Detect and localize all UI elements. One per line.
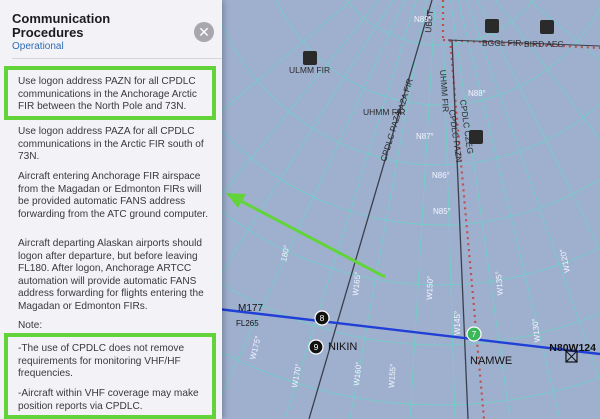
lat-label: N86°: [432, 171, 450, 180]
close-button[interactable]: ✕: [194, 22, 214, 42]
lon-label: W150°: [425, 276, 435, 300]
procedure-paragraph: Use logon address PAZA for all CPDLC com…: [18, 126, 204, 163]
waypoint-badge: 9: [314, 342, 319, 352]
waypoint-badge: 7: [472, 329, 477, 339]
panel-title: Communication Procedures: [12, 11, 111, 40]
fir-label: BIRD AEC: [524, 39, 564, 49]
waypoint-nikin[interactable]: 9 NIKIN: [308, 339, 357, 355]
procedure-paragraph: Use logon address PAZN for all CPDLC com…: [18, 76, 197, 113]
route-level: FL265: [236, 319, 259, 328]
waypoint-label: NAMWE: [470, 355, 512, 367]
panel-subtitle: Operational: [12, 41, 64, 52]
lat-label: N89°: [414, 15, 432, 24]
panel-header: Communication Procedures Operational ✕: [0, 0, 222, 58]
procedure-paragraph: Aircraft departing Alaskan airports shou…: [18, 238, 204, 312]
divider: [12, 58, 222, 59]
waypoint-label: NIKIN: [328, 341, 357, 353]
note-paragraph: -The use of CPDLC does not remove requir…: [18, 343, 185, 380]
procedures-panel: Communication Procedures Operational ✕ U…: [0, 0, 222, 419]
note-label: Note:: [18, 320, 43, 331]
close-icon: ✕: [198, 24, 210, 40]
fir-label: BGGL FIR: [482, 38, 521, 48]
route-name: M177: [238, 303, 263, 314]
waypoint-marker[interactable]: 8: [314, 310, 330, 326]
waypoint-label: N80W124: [549, 342, 596, 354]
lat-label: N85°: [433, 207, 451, 216]
lon-label: W155°: [387, 363, 398, 388]
lat-label: N87°: [416, 132, 434, 141]
procedure-paragraph: Aircraft entering Anchorage FIR airspace…: [18, 171, 209, 220]
note-paragraph: -Aircraft within VHF coverage may make p…: [18, 388, 199, 412]
lon-label: W145°: [453, 311, 462, 335]
lat-label: N88°: [468, 89, 486, 98]
waypoint-badge: 8: [320, 313, 325, 323]
fir-label: ULMM FIR: [289, 65, 330, 75]
